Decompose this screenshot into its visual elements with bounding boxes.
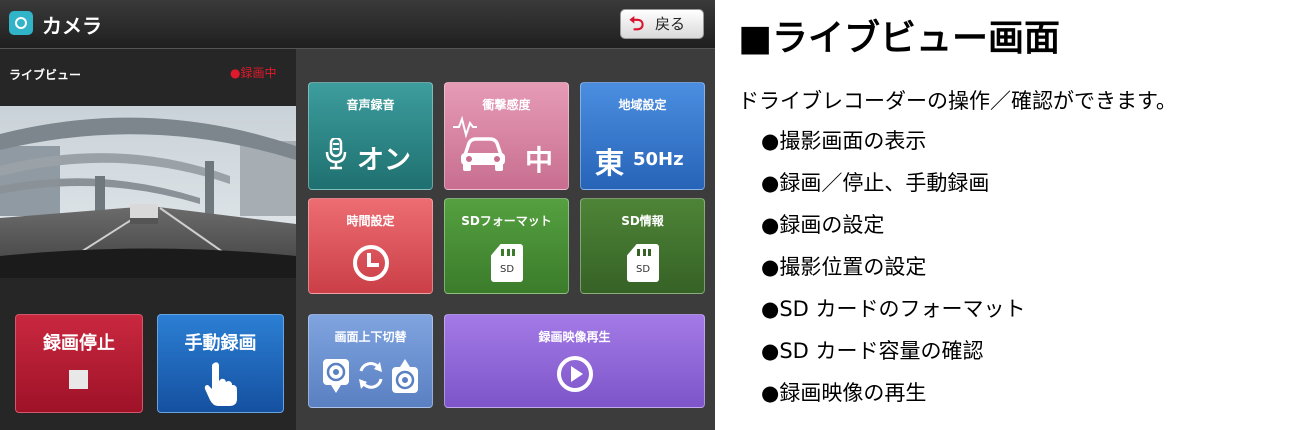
sd-card-icon-text: SD bbox=[499, 264, 515, 275]
manual-recording-label: 手動録画 bbox=[184, 333, 257, 354]
feature-list-item: ●録画の設定 bbox=[761, 213, 885, 237]
video-playback-tile[interactable]: 録画映像再生 bbox=[444, 314, 705, 408]
camera-flip-icon bbox=[323, 359, 418, 393]
settings-tile-grid: 音声録音 オン 衝撃感度 中 地域設定 東 50Hz 時間設定 SDフォーマット… bbox=[296, 49, 715, 430]
live-view-label: ライブビュー bbox=[9, 68, 82, 82]
pointing-hand-icon bbox=[204, 362, 237, 406]
screen-flip-label: 画面上下切替 bbox=[334, 330, 407, 344]
feature-list-item: ●録画／停止、手動録画 bbox=[761, 171, 990, 195]
voice-recording-value: オン bbox=[357, 145, 411, 176]
voice-recording-tile[interactable]: 音声録音 オン bbox=[308, 82, 433, 190]
stop-recording-label: 録画停止 bbox=[43, 333, 115, 354]
section-description: ドライブレコーダーの操作／確認ができます。 bbox=[738, 89, 1177, 113]
voice-recording-label: 音声録音 bbox=[346, 98, 395, 112]
sd-card-icon: SD bbox=[491, 244, 523, 282]
recording-status: ●録画中 bbox=[230, 66, 277, 80]
microphone-icon bbox=[325, 138, 347, 170]
play-icon bbox=[557, 356, 593, 392]
feature-list-item: ●SD カードのフォーマット bbox=[761, 297, 1026, 321]
region-setting-value: 東 bbox=[595, 146, 625, 180]
stop-icon bbox=[69, 370, 88, 389]
sd-format-label: SDフォーマット bbox=[461, 214, 552, 228]
back-arrow-icon: ⮌ bbox=[629, 13, 645, 35]
sd-info-tile[interactable]: SD情報 SD bbox=[580, 198, 705, 294]
title-bar: カメラ ⮌ 戻る bbox=[0, 0, 715, 49]
video-playback-label: 録画映像再生 bbox=[538, 330, 611, 344]
camera-app-icon bbox=[9, 11, 33, 35]
region-frequency-value: 50Hz bbox=[633, 149, 684, 170]
feature-list-item: ●SD カード容量の確認 bbox=[761, 339, 984, 363]
car-impact-icon bbox=[453, 115, 505, 171]
section-heading: ■ライブビュー画面 bbox=[738, 18, 1061, 59]
back-button[interactable]: ⮌ 戻る bbox=[620, 9, 704, 39]
sd-format-tile[interactable]: SDフォーマット SD bbox=[444, 198, 569, 294]
manual-recording-button[interactable]: 手動録画 bbox=[157, 314, 284, 413]
sd-info-label: SD情報 bbox=[621, 214, 664, 228]
camera-app-screen: カメラ ⮌ 戻る ライブビュー ●録画中 録画停止 手動録画 音声録音 オン 衝… bbox=[0, 0, 715, 430]
time-setting-label: 時間設定 bbox=[346, 214, 395, 228]
sd-card-icon-text: SD bbox=[635, 264, 651, 275]
stop-recording-button[interactable]: 録画停止 bbox=[15, 314, 143, 413]
screen-flip-tile[interactable]: 画面上下切替 bbox=[308, 314, 433, 408]
feature-list-item: ●録画映像の再生 bbox=[761, 381, 927, 405]
region-setting-tile[interactable]: 地域設定 東 50Hz bbox=[580, 82, 705, 190]
feature-list-item: ●撮影画面の表示 bbox=[761, 129, 927, 153]
app-title: カメラ bbox=[42, 14, 102, 38]
sd-card-icon: SD bbox=[627, 244, 659, 282]
camera-live-image[interactable] bbox=[0, 106, 296, 278]
live-view-panel: ライブビュー ●録画中 録画停止 手動録画 bbox=[0, 49, 296, 430]
clock-icon bbox=[353, 245, 389, 281]
region-setting-label: 地域設定 bbox=[618, 98, 667, 112]
shock-sensitivity-value: 中 bbox=[525, 144, 554, 177]
time-setting-tile[interactable]: 時間設定 bbox=[308, 198, 433, 294]
shock-sensitivity-tile[interactable]: 衝撃感度 中 bbox=[444, 82, 569, 190]
feature-list-item: ●撮影位置の設定 bbox=[761, 255, 927, 279]
back-button-label: 戻る bbox=[655, 15, 686, 33]
